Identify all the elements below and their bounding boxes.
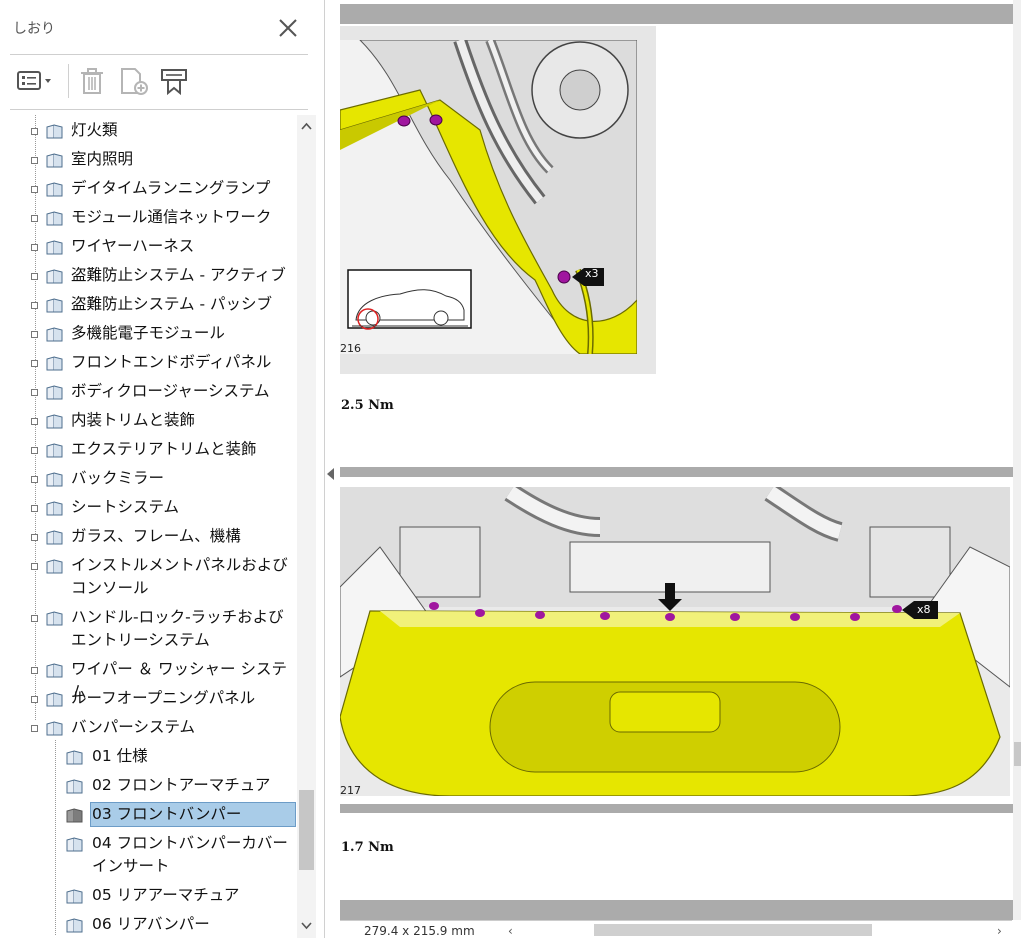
header-divider <box>10 54 308 55</box>
scroll-down-icon[interactable] <box>297 915 316 935</box>
expand-toggle[interactable] <box>31 215 38 222</box>
bookmark-icon <box>66 750 83 765</box>
expand-toggle[interactable] <box>31 157 38 164</box>
options-list-icon <box>17 71 51 90</box>
toolbar-divider <box>68 64 69 98</box>
bookmarks-toolbar <box>0 56 325 108</box>
expand-toggle[interactable] <box>31 389 38 396</box>
expand-toggle[interactable] <box>31 360 38 367</box>
expand-toggle[interactable] <box>31 696 38 703</box>
expand-toggle[interactable] <box>31 186 38 193</box>
figure-number: 216 <box>340 342 361 354</box>
expand-toggle[interactable] <box>31 331 38 338</box>
expand-toggle[interactable] <box>31 667 38 674</box>
figure-217: 217 x8 <box>340 487 1010 796</box>
bookmark-icon <box>46 501 63 516</box>
bookmark-icon <box>46 153 63 168</box>
page-gap <box>340 467 1013 477</box>
add-bookmark-icon <box>121 68 148 95</box>
callout-count: x8 <box>917 603 931 616</box>
trash-icon <box>81 68 103 94</box>
torque-spec: 1.7 Nm <box>341 840 394 855</box>
bookmark-icon <box>46 356 63 371</box>
expand-toggle[interactable] <box>31 563 38 570</box>
expand-toggle[interactable] <box>31 447 38 454</box>
callout-count: x3 <box>585 267 599 280</box>
bookmark-icon <box>66 918 83 933</box>
bookmark-icon <box>46 182 63 197</box>
document-scroll-thumb[interactable] <box>1014 742 1021 766</box>
bookmark-icon <box>66 837 83 852</box>
expand-toggle[interactable] <box>31 476 38 483</box>
bookmark-icon <box>46 721 63 736</box>
bookmark-icon <box>66 889 83 904</box>
expand-toggle[interactable] <box>31 534 38 541</box>
front-bumper-illustration <box>340 487 1010 796</box>
expand-toggle[interactable] <box>31 615 38 622</box>
bookmark-icon <box>46 269 63 284</box>
scroll-left-icon[interactable]: ‹ <box>508 924 513 938</box>
expand-toggle[interactable] <box>31 128 38 135</box>
page-gap <box>340 804 1013 813</box>
torque-spec: 2.5 Nm <box>341 398 394 413</box>
bookmark-icon <box>46 611 63 626</box>
close-icon <box>279 19 297 37</box>
bookmark-icon <box>46 472 63 487</box>
panel-header: しおり <box>0 0 325 52</box>
bookmark-icon <box>46 663 63 678</box>
bookmark-expand-icon <box>161 69 187 96</box>
bookmark-icon <box>46 211 63 226</box>
bookmark-tree: 灯火類 室内照明 デイタイムランニングランプ モジュール通信ネットワーク ワイヤ… <box>0 115 296 938</box>
bookmark-icon <box>46 240 63 255</box>
scrollbar-thumb[interactable] <box>299 790 314 870</box>
collapse-toggle[interactable] <box>31 725 38 732</box>
panel-title: しおり <box>13 21 55 37</box>
page-gap <box>340 900 1013 920</box>
expand-toggle[interactable] <box>31 273 38 280</box>
bookmark-icon <box>66 808 83 823</box>
expand-toggle[interactable] <box>31 418 38 425</box>
collapse-panel-icon[interactable] <box>327 468 334 480</box>
page-gap <box>340 4 1013 24</box>
page-size-label: 279.4 x 215.9 mm <box>364 924 475 938</box>
bookmark-icon <box>46 692 63 707</box>
status-bar: 279.4 x 215.9 mm ‹ › <box>340 920 1012 938</box>
toolbar-bottom-divider <box>10 109 308 110</box>
delete-bookmark-button[interactable] <box>78 66 106 96</box>
bookmark-icon <box>46 443 63 458</box>
expand-toggle[interactable] <box>31 505 38 512</box>
figure-number: 217 <box>340 784 361 796</box>
bookmarks-panel: しおり 灯火類 室内照明 デイタイムランニングランプ モジュール通信ネットワーク… <box>0 0 325 938</box>
document-vertical-scrollbar[interactable] <box>1013 0 1021 920</box>
scroll-right-icon[interactable]: › <box>997 924 1002 938</box>
figure-216: 216 x3 <box>340 40 637 354</box>
bookmark-icon <box>46 327 63 342</box>
close-panel-button[interactable] <box>274 14 302 42</box>
options-menu-button[interactable] <box>16 66 56 96</box>
add-bookmark-button[interactable] <box>118 66 150 96</box>
scroll-up-icon[interactable] <box>297 117 316 137</box>
bookmark-icon <box>46 298 63 313</box>
expand-toggle[interactable] <box>31 244 38 251</box>
expand-bookmark-button[interactable] <box>158 66 190 96</box>
bookmark-icon <box>66 779 83 794</box>
bookmark-icon <box>46 414 63 429</box>
bookmark-icon <box>46 385 63 400</box>
bookmark-icon <box>46 559 63 574</box>
horizontal-scroll-thumb[interactable] <box>594 924 872 936</box>
engine-bay-illustration <box>340 40 637 354</box>
tree-scrollbar[interactable] <box>297 115 316 938</box>
bookmark-icon <box>46 124 63 139</box>
expand-toggle[interactable] <box>31 302 38 309</box>
bookmark-icon <box>46 530 63 545</box>
